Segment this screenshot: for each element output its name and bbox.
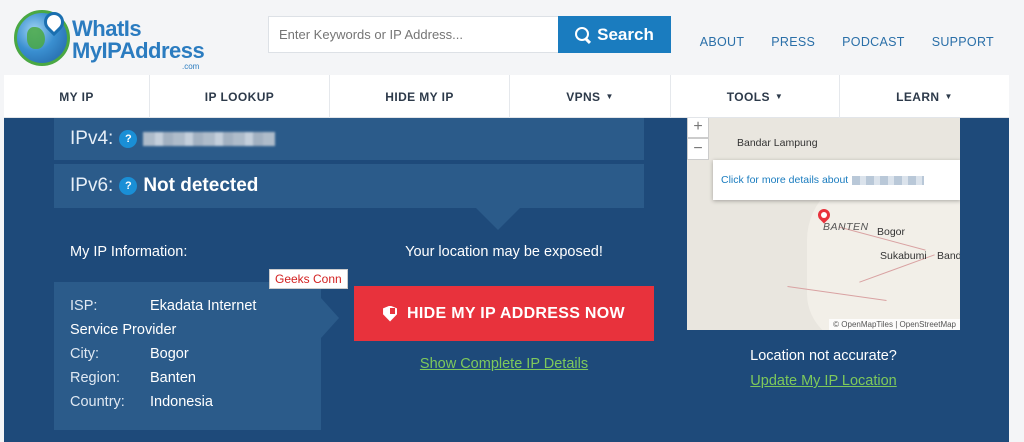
nav-label: LEARN [896,89,940,104]
logo-text-line3: .com [182,62,200,71]
shield-icon [383,305,398,322]
nav-item-ip-lookup[interactable]: IP LOOKUP [150,75,330,118]
ipv6-value: Not detected [143,175,259,196]
overlay-label: Geeks Conn [269,269,348,289]
nav-label: HIDE MY IP [385,89,454,104]
search-button[interactable]: Search [558,16,671,53]
zoom-in-button[interactable]: + [687,118,709,138]
city-row: City: Bogor [70,342,305,366]
region-value: Banten [150,370,196,386]
panel-notch [476,208,520,230]
city-key: City: [70,346,99,362]
nav-label: VPNS [566,89,601,104]
region-row: Region: Banten [70,366,305,390]
info-box-arrow [321,298,339,338]
nav-label: IP LOOKUP [204,89,275,104]
about-link[interactable]: ABOUT [700,35,745,49]
nav-item-vpns[interactable]: VPNS ▼ [510,75,671,118]
support-link[interactable]: SUPPORT [932,35,994,49]
map-popup[interactable]: Click for more details about [713,160,960,200]
ipv4-value-redacted [143,132,276,146]
caret-down-icon: ▼ [605,92,614,101]
isp-value: Ekadata Internet [150,298,257,314]
region-key: Region: [70,370,120,386]
country-key: Country: [70,394,125,410]
help-icon[interactable]: ? [119,130,138,148]
map-attribution: © OpenMapTiles | OpenStreetMap [829,319,960,330]
show-ip-details-link[interactable]: Show Complete IP Details [354,356,654,372]
main-nav: MY IP IP LOOKUP HIDE MY IP VPNS ▼ TOOLS … [4,75,1009,118]
city-value: Bogor [150,346,189,362]
nav-item-tools[interactable]: TOOLS ▼ [671,75,840,118]
press-link[interactable]: PRESS [771,35,815,49]
site-logo[interactable]: WhatIs MyIPAddress .com [14,7,205,71]
hide-my-ip-button[interactable]: HIDE MY IP ADDRESS NOW [354,286,654,341]
search-button-label: Search [597,24,654,44]
nav-item-my-ip[interactable]: MY IP [4,75,150,118]
country-row: Country: Indonesia [70,390,305,414]
nav-label: TOOLS [726,89,770,104]
exposure-message: Your location may be exposed! [405,244,603,260]
main-content: IPv4: ? IPv6: ? Not detected My IP Infor… [4,118,1009,442]
map-label-bandar-lampung: Bandar Lampung [737,137,818,149]
ip-info-title: My IP Information: [70,244,188,260]
top-links: ABOUT PRESS PODCAST SUPPORT [700,35,994,49]
zoom-out-button[interactable]: − [687,138,709,160]
location-map[interactable]: + − Bandar Lampung BANTEN Bogor Sukabumi… [687,118,960,330]
site-header: WhatIs MyIPAddress .com Search ABOUT PRE… [0,0,1024,75]
caret-down-icon: ▼ [774,92,784,101]
ipv6-row: IPv6: ? Not detected [54,164,644,208]
location-question: Location not accurate? [750,348,897,364]
map-label-banten: BANTEN [823,221,869,233]
isp-row: ISP: Ekadata Internet [70,294,305,318]
map-popup-text: Click for more details about [721,174,849,186]
map-label-band: Band [937,250,960,262]
country-value: Indonesia [150,394,213,410]
logo-text-line2: MyIPAddress [72,38,205,63]
hide-my-ip-button-label: HIDE MY IP ADDRESS NOW [407,304,625,322]
search-input[interactable] [268,16,558,53]
ip-info-box: ISP: Ekadata Internet Service Provider C… [54,282,321,430]
map-label-sukabumi: Sukabumi [880,250,927,262]
ipv6-label: IPv6: [70,175,114,196]
podcast-link[interactable]: PODCAST [842,35,905,49]
isp-value-wrap: Service Provider [70,322,177,338]
nav-item-learn[interactable]: LEARN ▼ [840,75,1009,118]
caret-down-icon: ▼ [944,92,953,101]
ipv4-label: IPv4: [70,128,114,149]
nav-item-hide-my-ip[interactable]: HIDE MY IP [330,75,510,118]
map-popup-ip-redacted [852,175,925,185]
nav-label: MY IP [59,89,94,104]
help-icon[interactable]: ? [119,177,138,195]
map-label-bogor: Bogor [877,226,906,238]
update-location-link[interactable]: Update My IP Location [687,373,960,389]
isp-key: ISP: [70,298,98,314]
ipv4-row: IPv4: ? [54,118,644,160]
search-icon [575,26,591,43]
